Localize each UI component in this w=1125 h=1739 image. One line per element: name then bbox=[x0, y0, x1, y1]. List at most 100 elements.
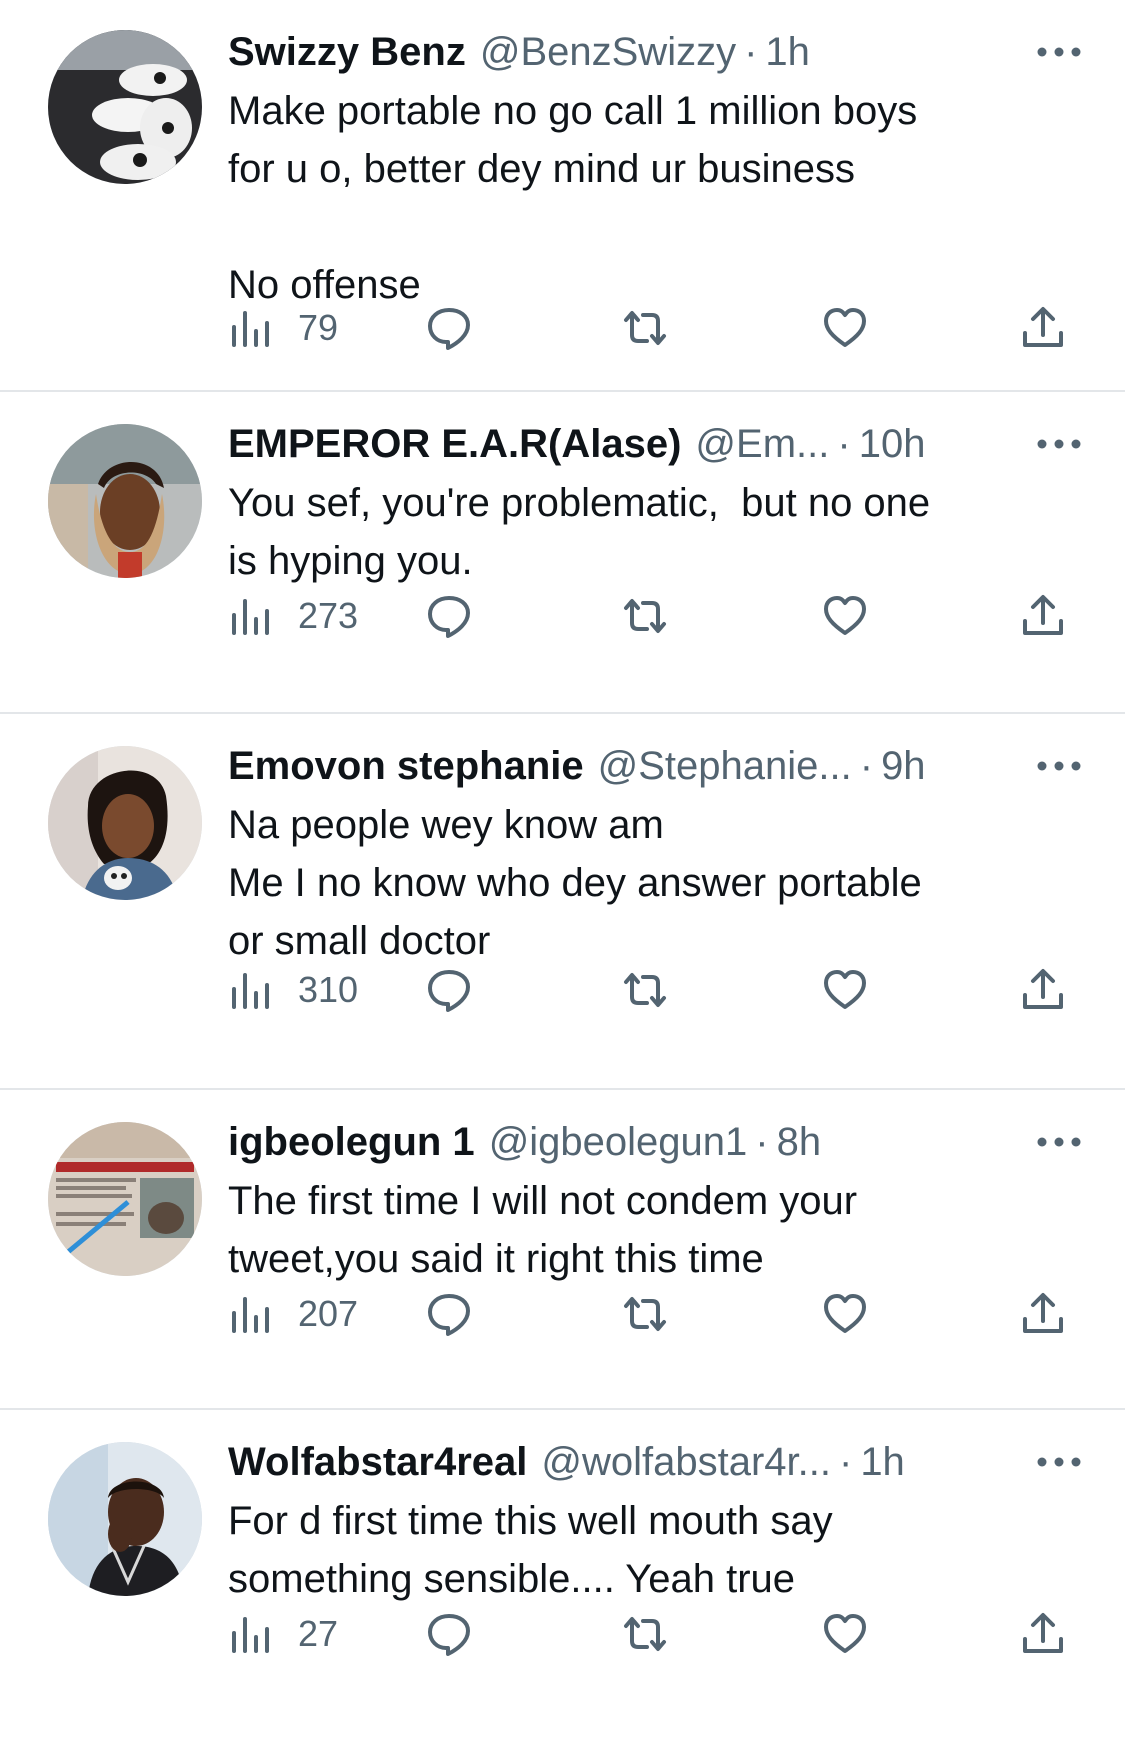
more-options-button[interactable] bbox=[1024, 1434, 1088, 1490]
views-count: 27 bbox=[298, 1613, 339, 1654]
share-icon bbox=[1023, 1613, 1063, 1653]
reply-icon bbox=[428, 308, 470, 350]
user-handle[interactable]: @BenzSwizzy bbox=[480, 24, 736, 80]
like-button[interactable] bbox=[822, 1286, 868, 1342]
timestamp[interactable]: 10h bbox=[859, 416, 926, 472]
views-button[interactable]: 79 bbox=[228, 300, 338, 356]
views-button[interactable]: 310 bbox=[228, 962, 358, 1018]
tweet[interactable]: Swizzy Benz @BenzSwizzy · 1h Make portab… bbox=[0, 0, 1125, 392]
retweet-button[interactable] bbox=[622, 1606, 668, 1662]
like-button[interactable] bbox=[822, 588, 868, 644]
views-icon bbox=[232, 311, 269, 347]
tweet-actions: 207 bbox=[228, 1286, 1088, 1342]
more-options-button[interactable] bbox=[1024, 24, 1088, 80]
display-name[interactable]: Swizzy Benz bbox=[228, 24, 466, 80]
more-icon bbox=[1037, 761, 1081, 771]
reply-button[interactable] bbox=[426, 1286, 472, 1342]
avatar[interactable] bbox=[48, 424, 202, 578]
share-icon bbox=[1023, 969, 1063, 1009]
avatar[interactable] bbox=[48, 1442, 202, 1596]
share-button[interactable] bbox=[1020, 588, 1066, 644]
views-icon bbox=[232, 599, 269, 635]
avatar[interactable] bbox=[48, 30, 202, 184]
more-options-button[interactable] bbox=[1024, 738, 1088, 794]
tweet[interactable]: Emovon stephanie @Stephanie... · 9h Na p… bbox=[0, 714, 1125, 1090]
more-icon bbox=[1037, 1457, 1081, 1467]
tweet-header: igbeolegun 1 @igbeolegun1 · 8h bbox=[228, 1114, 1088, 1170]
reply-button[interactable] bbox=[426, 962, 472, 1018]
avatar[interactable] bbox=[48, 1122, 202, 1276]
display-name[interactable]: Wolfabstar4real bbox=[228, 1434, 527, 1490]
more-icon bbox=[1037, 439, 1081, 449]
share-icon bbox=[1023, 307, 1063, 347]
reply-button[interactable] bbox=[426, 588, 472, 644]
views-count: 79 bbox=[298, 307, 339, 348]
views-icon bbox=[232, 1297, 269, 1333]
like-icon bbox=[824, 970, 866, 1009]
like-icon bbox=[824, 308, 866, 347]
retweet-icon bbox=[624, 599, 666, 633]
separator-dot: · bbox=[744, 30, 758, 74]
tweet-header: Wolfabstar4real @wolfabstar4r... · 1h bbox=[228, 1434, 1088, 1490]
timestamp[interactable]: 1h bbox=[860, 1434, 905, 1490]
more-options-button[interactable] bbox=[1024, 416, 1088, 472]
reply-icon bbox=[428, 1614, 470, 1656]
timestamp[interactable]: 8h bbox=[777, 1114, 822, 1170]
tweet-header: Emovon stephanie @Stephanie... · 9h bbox=[228, 738, 1088, 794]
timestamp[interactable]: 9h bbox=[881, 738, 926, 794]
tweet-text: You sef, you're problematic, but no one … bbox=[228, 481, 931, 583]
tweet-actions: 27 bbox=[228, 1606, 1088, 1662]
tweet-actions: 273 bbox=[228, 588, 1088, 644]
retweet-button[interactable] bbox=[622, 300, 668, 356]
separator-dot: · bbox=[837, 422, 851, 466]
views-count: 310 bbox=[298, 969, 359, 1010]
tweet[interactable]: Wolfabstar4real @wolfabstar4r... · 1h Fo… bbox=[0, 1410, 1125, 1739]
share-icon bbox=[1023, 1293, 1063, 1333]
views-button[interactable]: 207 bbox=[228, 1286, 358, 1342]
views-count: 207 bbox=[298, 1293, 359, 1334]
more-icon bbox=[1037, 1137, 1081, 1147]
reply-icon bbox=[428, 1294, 470, 1336]
tweet-text: Make portable no go call 1 million boys … bbox=[228, 89, 918, 307]
avatar-image bbox=[48, 30, 202, 184]
reply-button[interactable] bbox=[426, 1606, 472, 1662]
retweet-button[interactable] bbox=[622, 588, 668, 644]
like-icon bbox=[824, 1614, 866, 1653]
reply-feed: Swizzy Benz @BenzSwizzy · 1h Make portab… bbox=[0, 0, 1125, 1739]
share-button[interactable] bbox=[1020, 1606, 1066, 1662]
tweet[interactable]: EMPEROR E.A.R(Alase) @Em... · 10h You se… bbox=[0, 392, 1125, 714]
like-button[interactable] bbox=[822, 962, 868, 1018]
share-button[interactable] bbox=[1020, 300, 1066, 356]
retweet-icon bbox=[624, 311, 666, 345]
avatar-image bbox=[48, 746, 202, 900]
display-name[interactable]: EMPEROR E.A.R(Alase) bbox=[228, 416, 681, 472]
share-button[interactable] bbox=[1020, 962, 1066, 1018]
like-button[interactable] bbox=[822, 1606, 868, 1662]
views-icon bbox=[232, 973, 269, 1009]
tweet-header: EMPEROR E.A.R(Alase) @Em... · 10h bbox=[228, 416, 1088, 472]
like-button[interactable] bbox=[822, 300, 868, 356]
retweet-button[interactable] bbox=[622, 1286, 668, 1342]
timestamp[interactable]: 1h bbox=[765, 24, 810, 80]
views-button[interactable]: 273 bbox=[228, 588, 358, 644]
retweet-button[interactable] bbox=[622, 962, 668, 1018]
retweet-icon bbox=[624, 1617, 666, 1651]
share-icon bbox=[1023, 595, 1063, 635]
user-handle[interactable]: @wolfabstar4r... bbox=[541, 1434, 831, 1490]
views-count: 273 bbox=[298, 595, 359, 636]
display-name[interactable]: Emovon stephanie bbox=[228, 738, 584, 794]
views-button[interactable]: 27 bbox=[228, 1606, 338, 1662]
avatar[interactable] bbox=[48, 746, 202, 900]
tweet[interactable]: igbeolegun 1 @igbeolegun1 · 8h The first… bbox=[0, 1090, 1125, 1410]
user-handle[interactable]: @igbeolegun1 bbox=[489, 1114, 748, 1170]
more-options-button[interactable] bbox=[1024, 1114, 1088, 1170]
user-handle[interactable]: @Stephanie... bbox=[598, 738, 852, 794]
user-handle[interactable]: @Em... bbox=[695, 416, 829, 472]
tweet-header: Swizzy Benz @BenzSwizzy · 1h bbox=[228, 24, 1088, 80]
tweet-actions: 310 bbox=[228, 962, 1088, 1018]
retweet-icon bbox=[624, 973, 666, 1007]
share-button[interactable] bbox=[1020, 1286, 1066, 1342]
reply-button[interactable] bbox=[426, 300, 472, 356]
tweet-actions: 79 bbox=[228, 300, 1088, 356]
display-name[interactable]: igbeolegun 1 bbox=[228, 1114, 475, 1170]
